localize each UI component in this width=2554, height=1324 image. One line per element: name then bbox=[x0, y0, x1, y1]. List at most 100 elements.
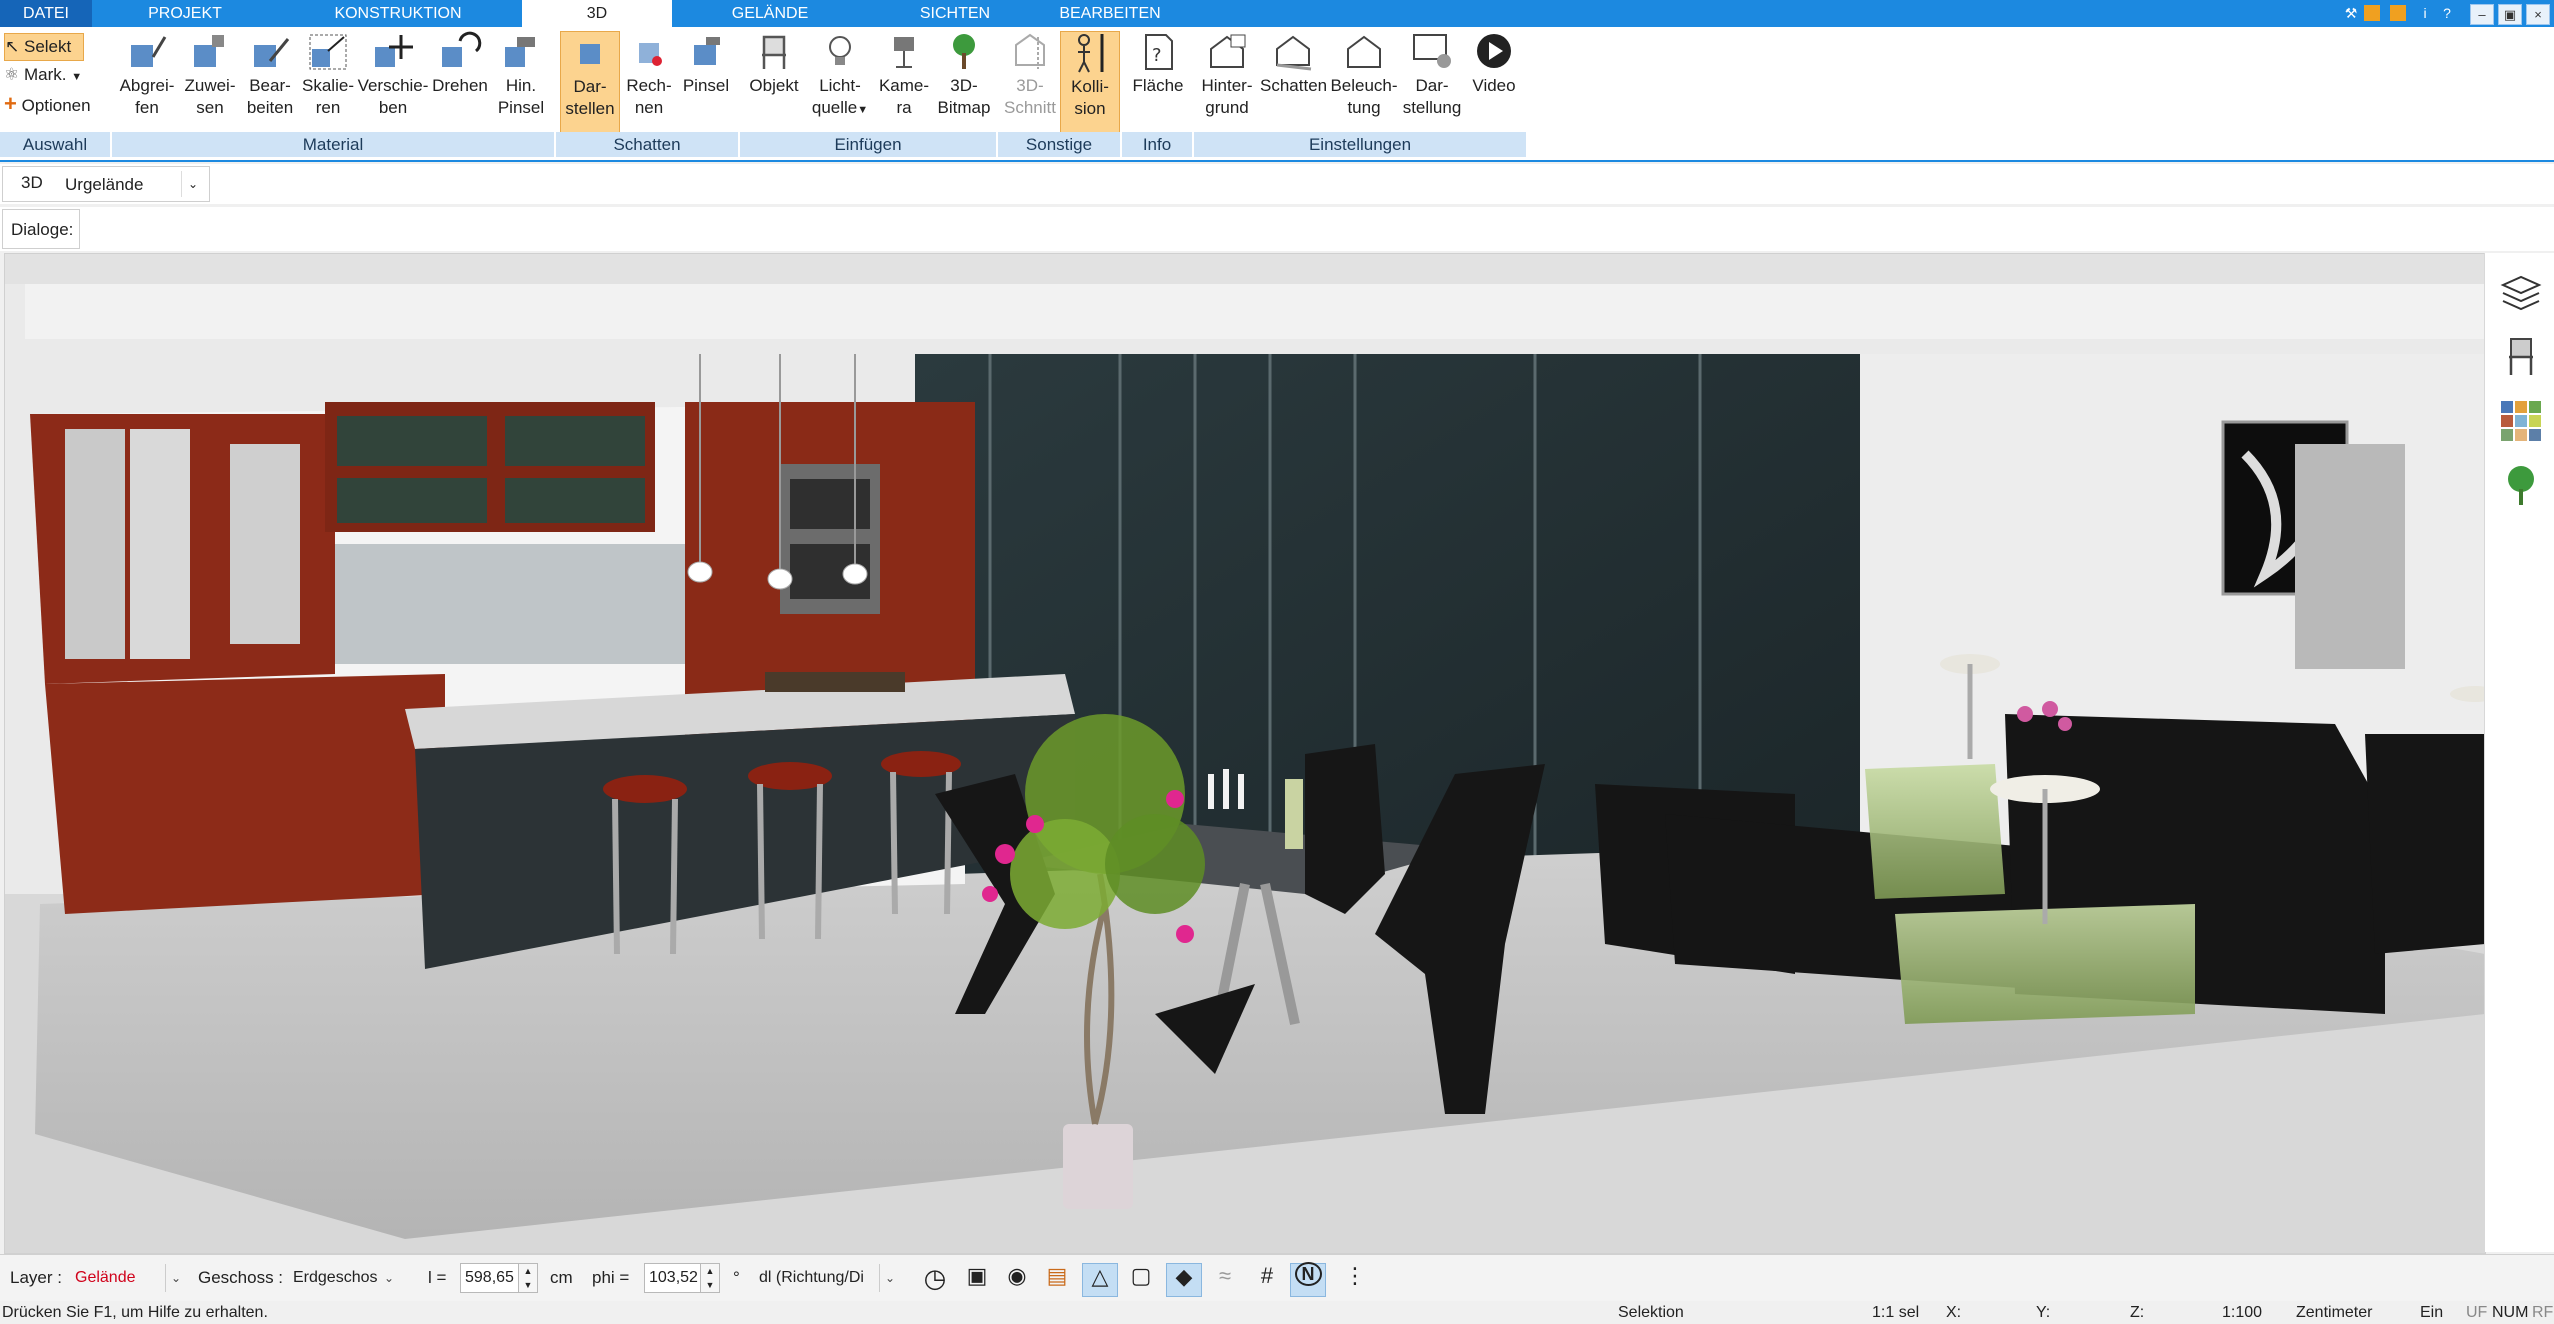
label-line2: ra bbox=[896, 98, 912, 117]
lichtquelle-button[interactable]: Licht- quelle▼ bbox=[810, 31, 870, 121]
minimize-button[interactable]: – bbox=[2470, 4, 2494, 25]
scale-icon bbox=[309, 34, 347, 70]
help-icon[interactable]: ? bbox=[2436, 2, 2458, 24]
abgreifen-button[interactable]: Abgrei- fen bbox=[117, 31, 177, 119]
3d-viewport[interactable] bbox=[4, 253, 2486, 1254]
wave-icon: ≈ bbox=[1218, 1263, 1232, 1288]
label-line2: nen bbox=[634, 98, 664, 117]
dl-select[interactable]: dl (Richtung/Di ⌄ bbox=[752, 1263, 902, 1293]
tab-konstruktion[interactable]: KONSTRUKTION bbox=[318, 0, 478, 27]
label-line1: Skalie- bbox=[302, 76, 354, 95]
darstellen-button[interactable]: Dar- stellen bbox=[560, 31, 620, 133]
geschoss-select[interactable]: Erdgeschos ⌄ bbox=[288, 1263, 402, 1293]
selekt-button[interactable]: ↖ Selekt bbox=[4, 33, 84, 61]
plane-tool[interactable]: ◆ bbox=[1166, 1263, 1202, 1297]
zuweisen-button[interactable]: Zuwei- sen bbox=[180, 31, 240, 119]
schatten-settings-button[interactable]: Schatten bbox=[1260, 31, 1327, 97]
label-line2: tung bbox=[1347, 98, 1381, 117]
3d-schnitt-button[interactable]: 3D- Schnitt bbox=[1000, 31, 1060, 119]
terrain-tool[interactable]: △ bbox=[1082, 1263, 1118, 1297]
length-input[interactable]: 598,65 bbox=[460, 1263, 526, 1293]
ceiling-edge bbox=[25, 284, 2485, 339]
side-panel bbox=[2484, 253, 2554, 1252]
clock-tool[interactable]: ◷ bbox=[918, 1263, 952, 1295]
layers-tool[interactable]: ▤ bbox=[1040, 1263, 1074, 1295]
layers-icon[interactable] bbox=[2499, 271, 2543, 315]
view-select[interactable]: 3D Urgelände ⌄ bbox=[2, 166, 210, 202]
camera-tool[interactable]: ◉ bbox=[1000, 1263, 1034, 1295]
info-icon[interactable]: i bbox=[2414, 2, 2436, 24]
group-einstellungen: Einstellungen bbox=[1194, 132, 1528, 157]
north-tool[interactable]: N bbox=[1290, 1262, 1326, 1297]
monitor-icon: ▣ bbox=[966, 1263, 988, 1288]
house-background-icon bbox=[1210, 34, 1246, 68]
label-line1: Kame- bbox=[878, 76, 930, 95]
candles bbox=[1208, 769, 1244, 809]
chair-icon[interactable] bbox=[2499, 335, 2543, 379]
house-light-icon bbox=[1347, 35, 1381, 68]
restore-button[interactable]: ▣ bbox=[2498, 4, 2522, 25]
cabinet-door-1 bbox=[65, 429, 125, 659]
hintergrund-button[interactable]: Hinter- grund bbox=[1196, 31, 1258, 119]
material-palette-icon[interactable] bbox=[2499, 399, 2543, 443]
hin-pinsel-button[interactable]: Hin. Pinsel bbox=[490, 31, 552, 119]
phi-spinner[interactable]: ▲ ▼ bbox=[700, 1263, 720, 1293]
kamera-button[interactable]: Kame- ra bbox=[874, 31, 934, 119]
optionen-button[interactable]: + Optionen bbox=[4, 91, 91, 117]
move-icon bbox=[375, 35, 413, 67]
darstellung-button[interactable]: Dar- stellung bbox=[1400, 31, 1464, 119]
label-line1: Fläche bbox=[1132, 76, 1184, 95]
more-tool[interactable]: ⋮ bbox=[1338, 1263, 1372, 1295]
layer-select[interactable]: Gelände ⌄ bbox=[68, 1263, 186, 1293]
beleuchtung-button[interactable]: Beleuch- tung bbox=[1328, 31, 1400, 119]
window-tile-icon[interactable] bbox=[2390, 5, 2406, 21]
wall-panel-gray bbox=[2295, 444, 2405, 669]
video-button[interactable]: Video bbox=[1466, 31, 1522, 97]
status-scale: 1:100 bbox=[2222, 1304, 2263, 1321]
chevron-down-icon[interactable]: ⌄ bbox=[181, 171, 204, 197]
layer-label: Layer : bbox=[10, 1268, 62, 1287]
drehen-button[interactable]: Drehen bbox=[430, 31, 490, 97]
view-type-label: 3D bbox=[21, 173, 43, 192]
3d-bitmap-button[interactable]: 3D- Bitmap bbox=[934, 31, 994, 119]
verschieben-button[interactable]: Verschie- ben bbox=[356, 31, 430, 119]
bearbeiten-button[interactable]: Bear- beiten bbox=[240, 31, 300, 119]
flaeche-button[interactable]: ? Fläche bbox=[1128, 31, 1188, 97]
skalieren-button[interactable]: Skalie- ren bbox=[298, 31, 358, 119]
status-scale-sel: 1:1 sel bbox=[1872, 1304, 1920, 1321]
tab-gelaende[interactable]: GELÄNDE bbox=[690, 0, 850, 27]
status-mode: Selektion bbox=[1618, 1304, 1684, 1321]
phi-input[interactable]: 103,52 bbox=[644, 1263, 706, 1293]
group-info: Info bbox=[1122, 132, 1194, 157]
lower-cabinets bbox=[45, 674, 445, 914]
wine-bottle bbox=[1285, 779, 1303, 849]
tab-3d[interactable]: 3D bbox=[522, 0, 672, 27]
rechnen-button[interactable]: Rech- nen bbox=[620, 31, 678, 119]
label-line1: Drehen bbox=[432, 76, 488, 95]
label-line2: Schnitt bbox=[1004, 98, 1056, 117]
tab-sichten[interactable]: SICHTEN bbox=[880, 0, 1030, 27]
kollision-button[interactable]: Kolli- sion bbox=[1060, 31, 1120, 133]
wave-tool[interactable]: ≈ bbox=[1208, 1263, 1242, 1295]
layer-value: Gelände bbox=[75, 1269, 136, 1286]
tools-icon[interactable]: ⚒ bbox=[2340, 2, 2362, 24]
grid-tool[interactable]: # bbox=[1250, 1263, 1284, 1295]
tab-datei[interactable]: DATEI bbox=[0, 0, 92, 27]
mark-label: Mark. bbox=[23, 65, 67, 84]
close-button[interactable]: × bbox=[2526, 4, 2550, 25]
more-icon: ⋮ bbox=[1344, 1263, 1366, 1288]
tree-icon[interactable] bbox=[2499, 463, 2543, 507]
dialoge-box[interactable]: Dialoge: bbox=[2, 209, 80, 249]
tab-bearbeiten[interactable]: BEARBEITEN bbox=[1035, 0, 1185, 27]
hatch-tool[interactable]: ▢ bbox=[1124, 1263, 1158, 1295]
status-x: X: bbox=[1946, 1304, 1962, 1321]
label-line2: Pinsel bbox=[497, 98, 545, 117]
objekt-button[interactable]: Objekt bbox=[744, 31, 804, 97]
schatten-pinsel-button[interactable]: Pinsel bbox=[680, 31, 732, 97]
mark-button[interactable]: ⚛ Mark. ▼ bbox=[4, 62, 82, 88]
tab-projekt[interactable]: PROJEKT bbox=[110, 0, 260, 27]
length-spinner[interactable]: ▲ ▼ bbox=[518, 1263, 538, 1293]
screen-tool[interactable]: ▣ bbox=[960, 1263, 994, 1295]
3d-scene bbox=[5, 254, 2485, 1253]
window-layout-icon[interactable] bbox=[2364, 5, 2380, 21]
